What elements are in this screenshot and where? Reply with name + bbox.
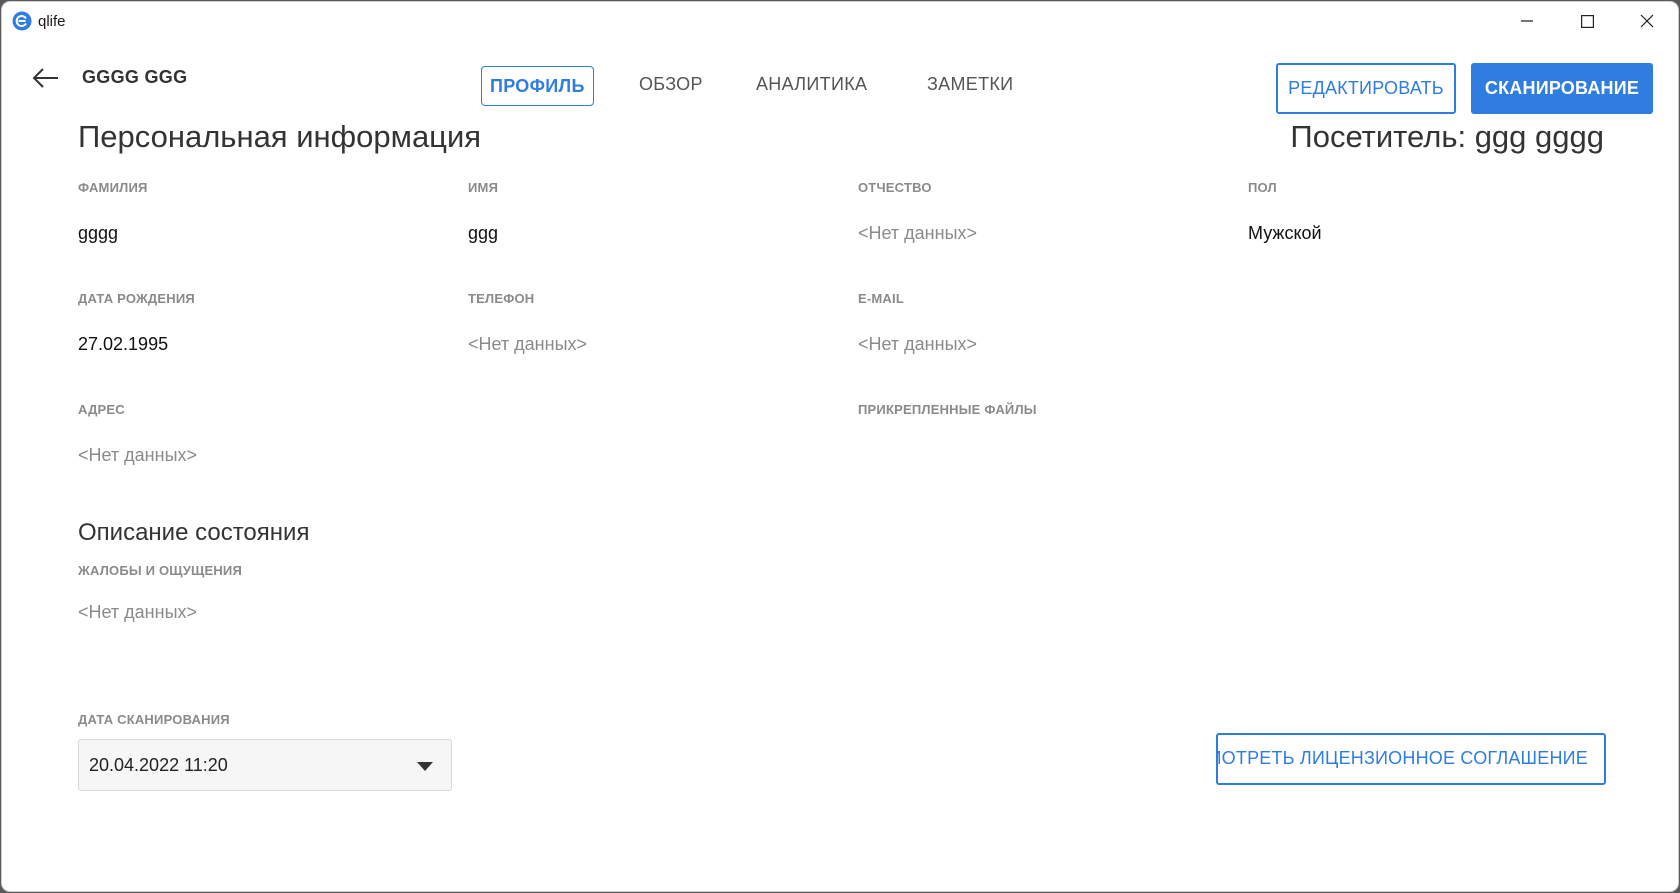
address-value: <Нет данных> [78,445,198,465]
first-name-value: ggg [468,223,499,243]
scan-button[interactable]: СКАНИРОВАНИЕ [1471,63,1653,114]
gender-value: Мужской [1248,223,1322,243]
email-label: E-MAIL [858,291,904,306]
last-name-value: gggg [78,223,119,243]
scan-date-label: ДАТА СКАНИРОВАНИЯ [78,712,230,727]
scan-date-select[interactable]: 20.04.2022 11:20 [78,739,452,791]
birth-date-label: ДАТА РОЖДЕНИЯ [78,291,195,306]
section-title-condition: Описание состояния [78,519,310,546]
complaints-value: <Нет данных> [78,602,198,622]
minimize-button[interactable] [1496,2,1558,40]
tab-profile[interactable]: ПРОФИЛЬ [481,66,594,106]
maximize-button[interactable] [1556,2,1618,40]
attachments-label: ПРИКРЕПЛЕННЫЕ ФАЙЛЫ [858,402,1037,417]
patronymic-value: <Нет данных> [858,223,978,243]
visitor-name: Посетитель: ggg gggg [1290,119,1604,154]
address-label: АДРЕС [78,402,125,417]
scan-date-value: 20.04.2022 11:20 [89,755,228,775]
license-agreement-button[interactable]: ПРОСМОТРЕТЬ ЛИЦЕНЗИОННОЕ СОГЛАШЕНИЕ [1216,733,1606,785]
window-title: qlife [38,13,66,30]
phone-value: <Нет данных> [468,334,588,354]
tab-analytics[interactable]: АНАЛИТИКА [756,63,867,105]
close-window-button[interactable] [1616,2,1678,40]
title-bar: qlife [2,2,1678,40]
license-agreement-label: ПРОСМОТРЕТЬ ЛИЦЕНЗИОННОЕ СОГЛАШЕНИЕ [1218,748,1588,768]
first-name-label: ИМЯ [468,180,499,195]
minimize-icon [1521,20,1533,22]
patronymic-label: ОТЧЕСТВО [858,180,932,195]
app-window: qlife GGGG GGG ПРОФИЛЬ ОБЗОР АНАЛИТИКА З… [2,2,1678,891]
qlife-logo-icon [12,11,32,31]
complaints-label: ЖАЛОБЫ И ОЩУЩЕНИЯ [78,563,243,578]
maximize-icon [1580,14,1594,28]
tab-overview[interactable]: ОБЗОР [639,63,703,105]
back-arrow-icon[interactable] [30,62,62,94]
gender-label: ПОЛ [1248,180,1277,195]
email-value: <Нет данных> [858,334,978,354]
birth-date-value: 27.02.1995 [78,334,169,354]
close-icon [1640,14,1654,28]
edit-button[interactable]: РЕДАКТИРОВАТЬ [1276,63,1456,114]
section-title-personal: Персональная информация [78,119,482,154]
dropdown-caret-icon [417,762,433,771]
phone-label: ТЕЛЕФОН [468,291,535,306]
patient-name: GGGG GGG [82,67,188,87]
tab-notes[interactable]: ЗАМЕТКИ [927,63,1013,105]
last-name-label: ФАМИЛИЯ [78,180,148,195]
